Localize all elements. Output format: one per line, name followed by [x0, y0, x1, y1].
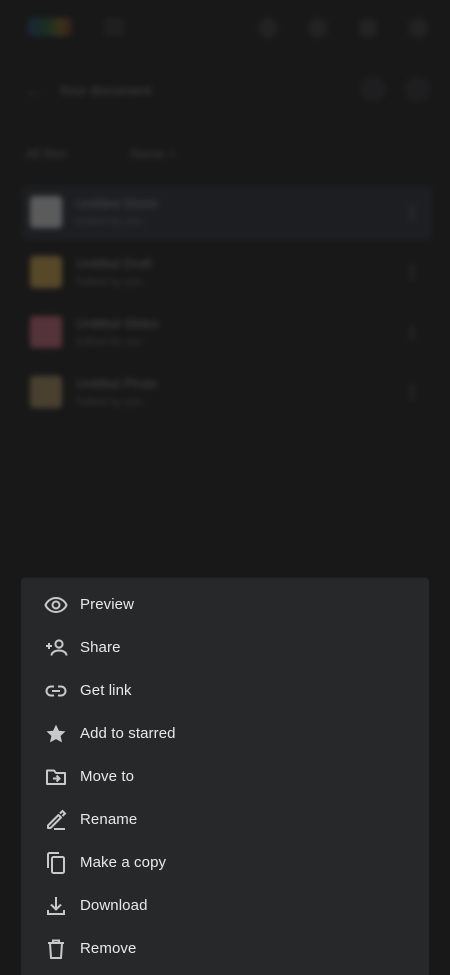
- link-icon: [44, 679, 68, 703]
- menu-item-make-a-copy[interactable]: Make a copy: [21, 841, 429, 884]
- menu-item-label: Add to starred: [80, 725, 176, 742]
- menu-item-label: Get link: [80, 682, 132, 699]
- menu-item-label: Download: [80, 897, 148, 914]
- menu-item-remove[interactable]: Remove: [21, 927, 429, 970]
- menu-item-share[interactable]: Share: [21, 626, 429, 669]
- menu-item-label: Rename: [80, 811, 138, 828]
- folder-move-icon: [44, 765, 68, 789]
- menu-item-label: Preview: [80, 596, 135, 613]
- eye-icon: [44, 593, 68, 617]
- menu-item-label: Share: [80, 639, 121, 656]
- menu-item-label: Move to: [80, 768, 135, 785]
- context-menu-sheet: Preview Share Get link Add to starred Move t…: [21, 578, 429, 975]
- download-icon: [44, 894, 68, 918]
- menu-item-add-to-starred[interactable]: Add to starred: [21, 712, 429, 755]
- menu-item-label: Make a copy: [80, 854, 167, 871]
- pencil-icon: [44, 808, 68, 832]
- menu-item-rename[interactable]: Rename: [21, 798, 429, 841]
- trash-icon: [44, 937, 68, 961]
- star-icon: [44, 722, 68, 746]
- menu-item-move-to[interactable]: Move to: [21, 755, 429, 798]
- menu-item-preview[interactable]: Preview: [21, 583, 429, 626]
- copy-icon: [44, 851, 68, 875]
- person-add-icon: [44, 636, 68, 660]
- menu-item-label: Remove: [80, 940, 137, 957]
- menu-item-get-link[interactable]: Get link: [21, 669, 429, 712]
- menu-list: Preview Share Get link Add to starred Move t…: [21, 583, 429, 970]
- screen: ← Your document All files Name ˅ Untitle…: [0, 0, 450, 975]
- menu-item-download[interactable]: Download: [21, 884, 429, 927]
